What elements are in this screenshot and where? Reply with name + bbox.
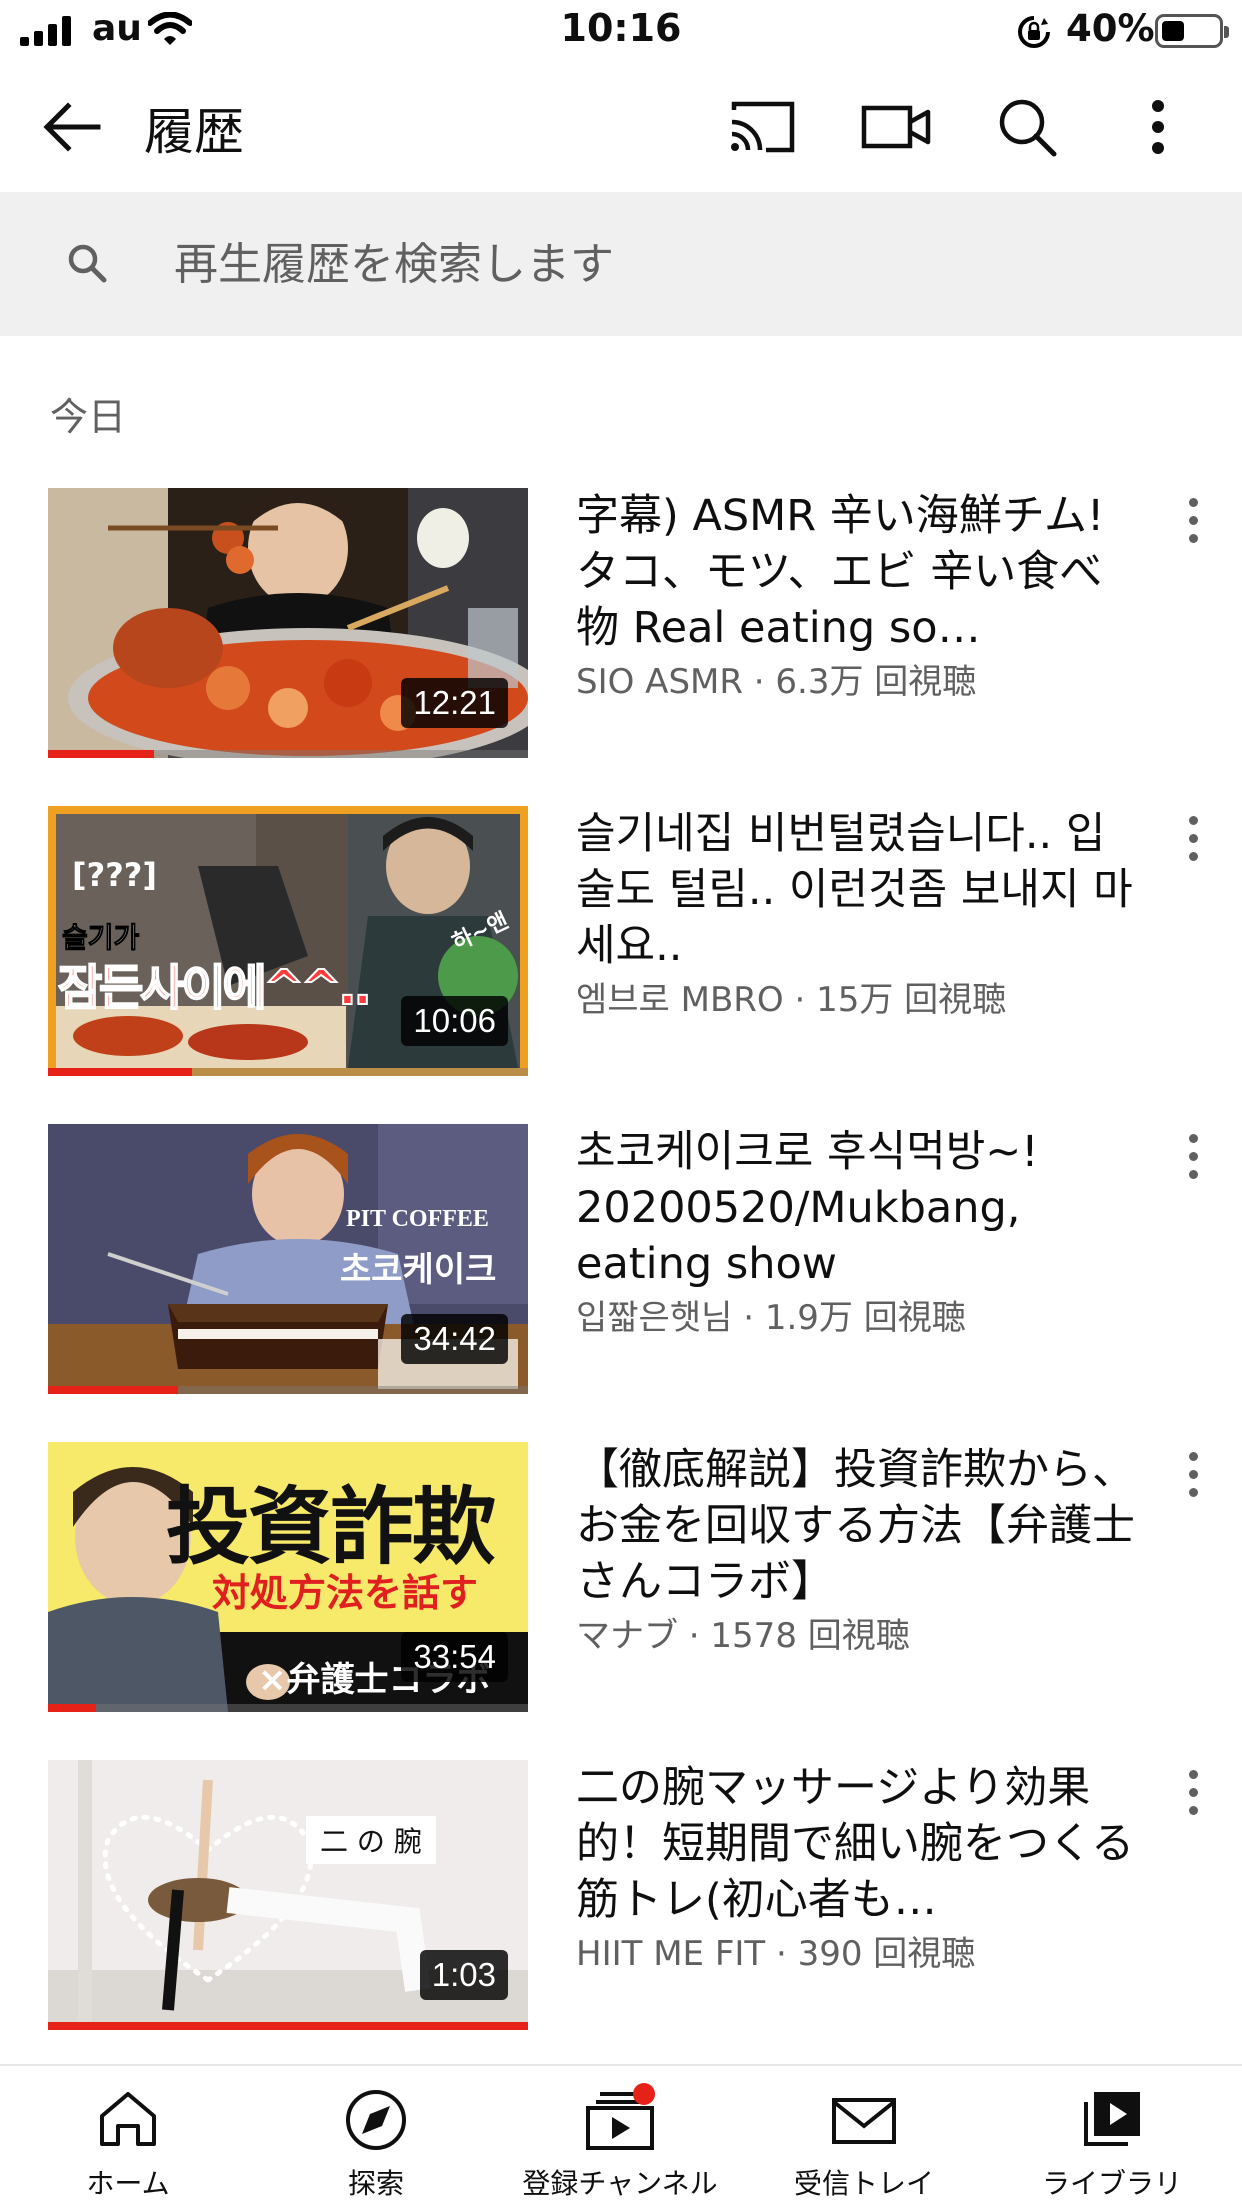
nav-item-library[interactable]: ライブラリ [988, 2066, 1236, 2208]
video-thumbnail[interactable]: 12:21 [48, 488, 528, 758]
subscriptions-icon [586, 2083, 655, 2150]
back-arrow-icon[interactable] [36, 95, 110, 159]
video-action-menu-icon[interactable] [1178, 488, 1208, 558]
video-camera-icon[interactable] [856, 92, 936, 162]
video-duration: 12:21 [401, 678, 508, 728]
video-title[interactable]: 슬기네집 비번털렸습니다.. 입술도 털림.. 이런것좀 보내지 마세요.. [576, 806, 1136, 974]
video-channel-views: マナブ · 1578 回視聴 [576, 1616, 910, 1656]
video-thumbnail[interactable]: 二 の 腕 1:03 [48, 1760, 528, 2030]
watch-progress-bar [48, 750, 154, 758]
thumbnail-caption: [???] [72, 856, 157, 894]
thumbnail-caption: 초코케이크 [340, 1250, 497, 1290]
inbox-icon [832, 2098, 896, 2144]
video-channel-views: HIIT ME FIT · 390 回視聴 [576, 1934, 976, 1974]
video-thumbnail[interactable]: PIT COFFEE 초코케이크 34:42 [48, 1124, 528, 1394]
video-title[interactable]: 【徹底解説】投資詐欺から、お金を回収する方法【弁護士さんコラボ】 [576, 1442, 1136, 1610]
video-duration: 33:54 [401, 1632, 508, 1682]
battery-icon [1155, 14, 1229, 48]
bottom-navigation: ホーム 探索 登録チャンネル 受信トレイ ライブラリ [0, 2064, 1242, 2208]
history-search-input[interactable] [174, 230, 1174, 298]
video-action-menu-icon[interactable] [1178, 1124, 1208, 1194]
video-title[interactable]: 二の腕マッサージより効果的！短期間で細い腕をつくる筋トレ(初心者も… [576, 1760, 1136, 1928]
video-action-menu-icon[interactable] [1178, 806, 1208, 876]
rotation-lock-icon [1018, 16, 1050, 48]
video-channel-views: 입짧은햇님 · 1.9万 回視聴 [576, 1298, 966, 1338]
library-icon [1084, 2092, 1140, 2146]
video-thumbnail[interactable]: [???] 슬기가 잠든사이에^^.. 하~앤 10:06 [48, 806, 528, 1076]
history-video-item[interactable]: 12:21 字幕) ASMR 辛い海鮮チム! タコ、モツ、エビ 辛い食べ物 Re… [0, 488, 1242, 760]
nav-label: 探索 [347, 2167, 404, 2200]
thumbnail-caption: 対処方法を話す [212, 1571, 479, 1615]
nav-label: ホーム [86, 2167, 170, 2200]
video-duration: 10:06 [401, 996, 508, 1046]
nav-item-home[interactable]: ホーム [4, 2066, 252, 2208]
video-title[interactable]: 字幕) ASMR 辛い海鮮チム! タコ、モツ、エビ 辛い食べ物 Real eat… [576, 488, 1136, 656]
video-action-menu-icon[interactable] [1178, 1760, 1208, 1830]
watch-progress-bar [48, 2022, 528, 2030]
video-channel-views: SIO ASMR · 6.3万 回視聴 [576, 662, 977, 702]
nav-item-explore[interactable]: 探索 [252, 2066, 500, 2208]
battery-percent: 40% [1066, 7, 1155, 50]
status-bar: au 10:16 40% [0, 0, 1242, 62]
watch-progress-bar [48, 1068, 192, 1076]
video-duration: 34:42 [401, 1314, 508, 1364]
nav-item-subscriptions[interactable]: 登録チャンネル [496, 2066, 744, 2208]
more-options-icon[interactable] [1118, 92, 1198, 162]
video-title[interactable]: 초코케이크로 후식먹방~! 20200520/Mukbang, eating s… [576, 1124, 1136, 1292]
search-icon[interactable] [988, 92, 1068, 162]
page-title: 履歴 [144, 103, 244, 161]
section-header-today: 今日 [50, 395, 127, 439]
search-icon [68, 244, 107, 283]
cast-icon[interactable] [722, 92, 802, 162]
explore-icon [346, 2090, 406, 2150]
thumbnail-caption: 잠든사이에^^.. [57, 959, 373, 1017]
history-video-item[interactable]: PIT COFFEE 초코케이크 34:42 초코케이크로 후식먹방~! 202… [0, 1124, 1242, 1396]
history-video-item[interactable]: 二 の 腕 1:03 二の腕マッサージより効果的！短期間で細い腕をつくる筋トレ(… [0, 1760, 1242, 2032]
video-thumbnail[interactable]: 投資詐欺 対処方法を話す ×弁護士コラボ 33:54 [48, 1442, 528, 1712]
nav-item-inbox[interactable]: 受信トレイ [740, 2066, 988, 2208]
nav-label: ライブラリ [1041, 2167, 1182, 2200]
home-icon [100, 2092, 156, 2146]
nav-label: 受信トレイ [793, 2167, 934, 2200]
history-search-bar [0, 192, 1242, 336]
app-bar: 履歴 [0, 62, 1242, 192]
thumbnail-caption: PIT COFFEE [346, 1206, 489, 1232]
clock: 10:16 [560, 6, 682, 50]
video-action-menu-icon[interactable] [1178, 1442, 1208, 1512]
history-video-item[interactable]: 投資詐欺 対処方法を話す ×弁護士コラボ 33:54 【徹底解説】投資詐欺から、… [0, 1442, 1242, 1714]
thumbnail-caption: 二 の 腕 [306, 1816, 436, 1864]
watch-progress-bar [48, 1704, 96, 1712]
history-video-item[interactable]: [???] 슬기가 잠든사이에^^.. 하~앤 10:06 슬기네집 비번털렸습… [0, 806, 1242, 1078]
nav-label: 登録チャンネル [522, 2167, 718, 2200]
video-duration: 1:03 [419, 1950, 508, 2000]
watch-progress-bar [48, 1386, 178, 1394]
video-channel-views: 엠브로 MBRO · 15万 回視聴 [576, 980, 1007, 1020]
